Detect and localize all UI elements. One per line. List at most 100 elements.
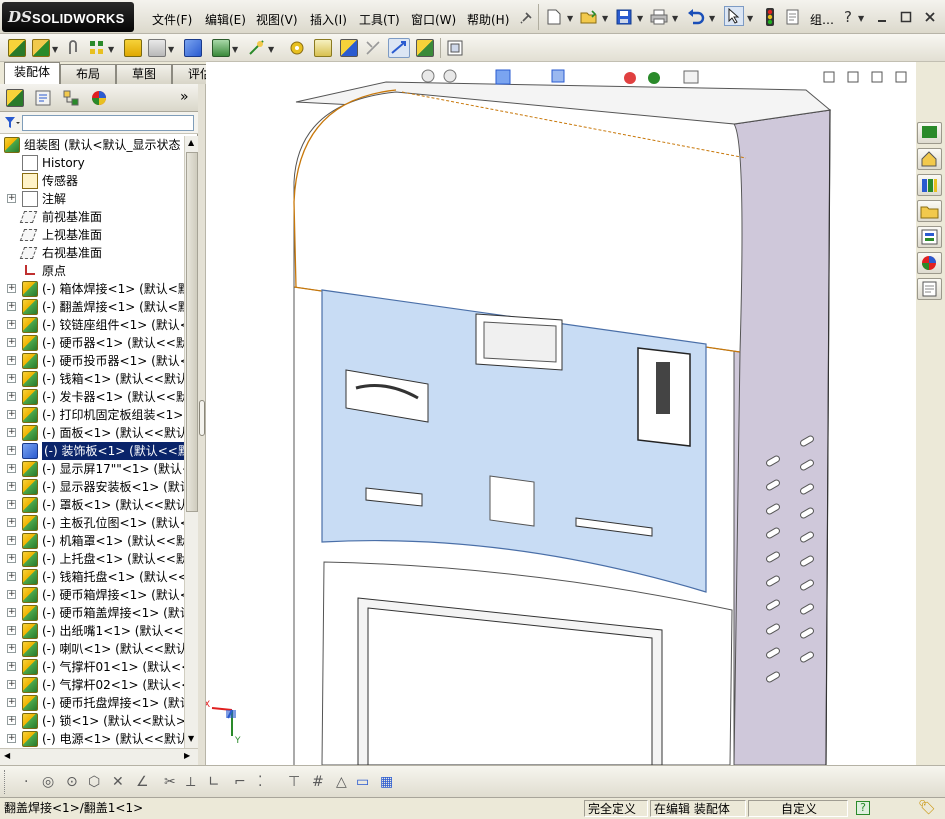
tree-expand-icon[interactable]: + — [7, 626, 16, 635]
tree-expand-icon[interactable]: + — [7, 698, 16, 707]
heads-up-view-toolbar[interactable] — [421, 69, 699, 85]
tree-item[interactable]: + (-) 电源<1> (默认<<默认> — [0, 730, 184, 748]
design-library-icon[interactable] — [917, 174, 942, 196]
tree-expand-icon[interactable]: + — [7, 536, 16, 545]
toggle-view-icon[interactable] — [446, 39, 464, 57]
tree-item[interactable]: + (-) 上托盘<1> (默认<<默认 — [0, 550, 184, 568]
menu-tools[interactable]: 工具(T) — [359, 11, 400, 28]
tree-expand-icon[interactable]: + — [7, 608, 16, 617]
tree-item[interactable]: + (-) 罩板<1> (默认<<默认> — [0, 496, 184, 514]
save-dropdown-icon[interactable]: ▼ — [637, 14, 643, 23]
save-icon[interactable] — [614, 7, 634, 27]
tree-item[interactable]: + (-) 显示器安装板<1> (默认 — [0, 478, 184, 496]
tree-expand-icon[interactable]: + — [7, 662, 16, 671]
open-folder-icon[interactable] — [579, 7, 599, 27]
menu-insert[interactable]: 插入(I) — [310, 11, 347, 28]
viewport-window-controls[interactable] — [823, 71, 907, 83]
tree-expand-icon[interactable]: + — [7, 410, 16, 419]
explode-line-sketch-icon[interactable] — [364, 39, 382, 57]
center-point-icon[interactable]: ⊙ — [66, 774, 78, 790]
scroll-up-icon[interactable]: ▲ — [188, 138, 194, 147]
tree-expand-icon[interactable]: + — [7, 374, 16, 383]
corner-icon[interactable]: ⌐ — [234, 774, 246, 790]
graphics-area[interactable]: X Y — [206, 62, 916, 765]
tree-root-assembly[interactable]: 组装图 (默认<默认_显示状态 — [0, 136, 184, 154]
tree-expand-icon[interactable]: + — [7, 716, 16, 725]
scroll-right-icon[interactable]: ▶ — [184, 751, 190, 760]
offset-icon[interactable]: ∟ — [208, 774, 220, 790]
status-units-custom[interactable]: 自定义 — [748, 800, 848, 817]
tree-expand-icon[interactable]: + — [7, 518, 16, 527]
move-dropdown-icon[interactable]: ▼ — [168, 45, 174, 54]
file-explorer-icon[interactable] — [917, 200, 942, 222]
tree-item[interactable]: + 注解 — [0, 190, 184, 208]
property-manager-tab-icon[interactable] — [34, 89, 52, 107]
spline-points-icon[interactable]: ⁚ — [258, 774, 262, 790]
solidworks-logo[interactable]: DS SOLIDWORKS — [2, 2, 134, 32]
instant3d-icon[interactable] — [388, 38, 410, 58]
open-dropdown-icon[interactable]: ▼ — [602, 14, 608, 23]
appearances-icon[interactable] — [917, 252, 942, 274]
print-dropdown-icon[interactable]: ▼ — [672, 14, 678, 23]
grid-icon[interactable]: # — [312, 774, 324, 790]
status-tag-icon[interactable]: 🏷 — [918, 800, 936, 817]
tree-filter-input[interactable] — [22, 115, 194, 131]
feature-manager-tab-icon[interactable] — [6, 89, 24, 107]
dimension-icon[interactable]: ⊤ — [288, 774, 300, 790]
select-pointer-icon[interactable] — [724, 6, 744, 26]
tree-item[interactable]: 原点 — [0, 262, 184, 280]
intersection-icon[interactable]: ✕ — [112, 774, 124, 790]
assembly-features-icon[interactable] — [212, 39, 230, 57]
tree-item[interactable]: + (-) 出纸嘴1<1> (默认<<默 — [0, 622, 184, 640]
features-dropdown-icon[interactable]: ▼ — [232, 45, 238, 54]
custom-properties-icon[interactable] — [917, 278, 942, 300]
tree-expand-icon[interactable]: + — [7, 338, 16, 347]
select-dropdown-icon[interactable]: ▼ — [747, 14, 753, 23]
close-window-icon[interactable] — [920, 7, 940, 27]
exploded-view-icon[interactable] — [340, 39, 358, 57]
tree-item[interactable]: 右视基准面 — [0, 244, 184, 262]
tree-expand-icon[interactable]: + — [7, 356, 16, 365]
undo-dropdown-icon[interactable]: ▼ — [709, 14, 715, 23]
display-manager-tab-icon[interactable] — [90, 89, 108, 107]
tree-expand-icon[interactable]: + — [7, 464, 16, 473]
tree-item[interactable]: + (-) 气撑杆01<1> (默认<<默 — [0, 658, 184, 676]
solidworks-resources-icon[interactable] — [917, 122, 942, 144]
new-dropdown-icon[interactable]: ▼ — [567, 14, 573, 23]
menu-edit[interactable]: 编辑(E) — [205, 11, 246, 28]
polygon-icon[interactable]: ⬡ — [88, 774, 100, 790]
print-icon[interactable] — [649, 7, 669, 27]
tree-expand-icon[interactable]: + — [7, 482, 16, 491]
tree-item[interactable]: + (-) 喇叭<1> (默认<<默认> — [0, 640, 184, 658]
tree-item[interactable]: + (-) 机箱罩<1> (默认<<默认 — [0, 532, 184, 550]
pin-icon[interactable] — [516, 8, 536, 28]
tree-expand-icon[interactable]: + — [7, 644, 16, 653]
tree-expand-icon[interactable]: + — [7, 428, 16, 437]
help-icon[interactable]: ? — [838, 7, 858, 27]
kiosk-model-view[interactable] — [206, 62, 916, 765]
tree-vertical-scrollbar[interactable]: ▲ ▼ — [184, 136, 198, 748]
tree-item[interactable]: + (-) 主板孔位图<1> (默认< — [0, 514, 184, 532]
trim-icon[interactable]: ✂ — [164, 774, 176, 790]
tree-item[interactable]: + (-) 硬币器<1> (默认<<默认 — [0, 334, 184, 352]
tree-item[interactable]: 前视基准面 — [0, 208, 184, 226]
view-palette-icon[interactable] — [917, 226, 942, 248]
tree-scroll-thumb[interactable] — [186, 152, 198, 512]
tree-expand-icon[interactable]: + — [7, 320, 16, 329]
tree-expand-icon[interactable]: + — [7, 554, 16, 563]
tree-item[interactable]: + (-) 钱箱托盘<1> (默认<<默 — [0, 568, 184, 586]
bill-of-materials-icon[interactable] — [314, 39, 332, 57]
tree-item[interactable]: + (-) 锁<1> (默认<<默认>_显 — [0, 712, 184, 730]
configuration-manager-tab-icon[interactable] — [62, 89, 80, 107]
scroll-left-icon[interactable]: ◀ — [4, 751, 10, 760]
tree-item[interactable]: + (-) 显示屏17""<1> (默认<< — [0, 460, 184, 478]
tree-item[interactable]: + (-) 翻盖焊接<1> (默认<默 — [0, 298, 184, 316]
home-icon[interactable] — [917, 148, 942, 170]
tree-horizontal-scrollbar[interactable]: ◀ ▶ — [0, 748, 198, 765]
extend-icon[interactable]: ⟂ — [186, 774, 195, 790]
rebuild-traffic-light-icon[interactable] — [760, 7, 780, 27]
tree-item[interactable]: + (-) 面板<1> (默认<<默认> — [0, 424, 184, 442]
tree-expand-icon[interactable]: + — [7, 446, 16, 455]
pattern-dropdown-icon[interactable]: ▼ — [108, 45, 114, 54]
menu-help[interactable]: 帮助(H) — [467, 11, 509, 28]
